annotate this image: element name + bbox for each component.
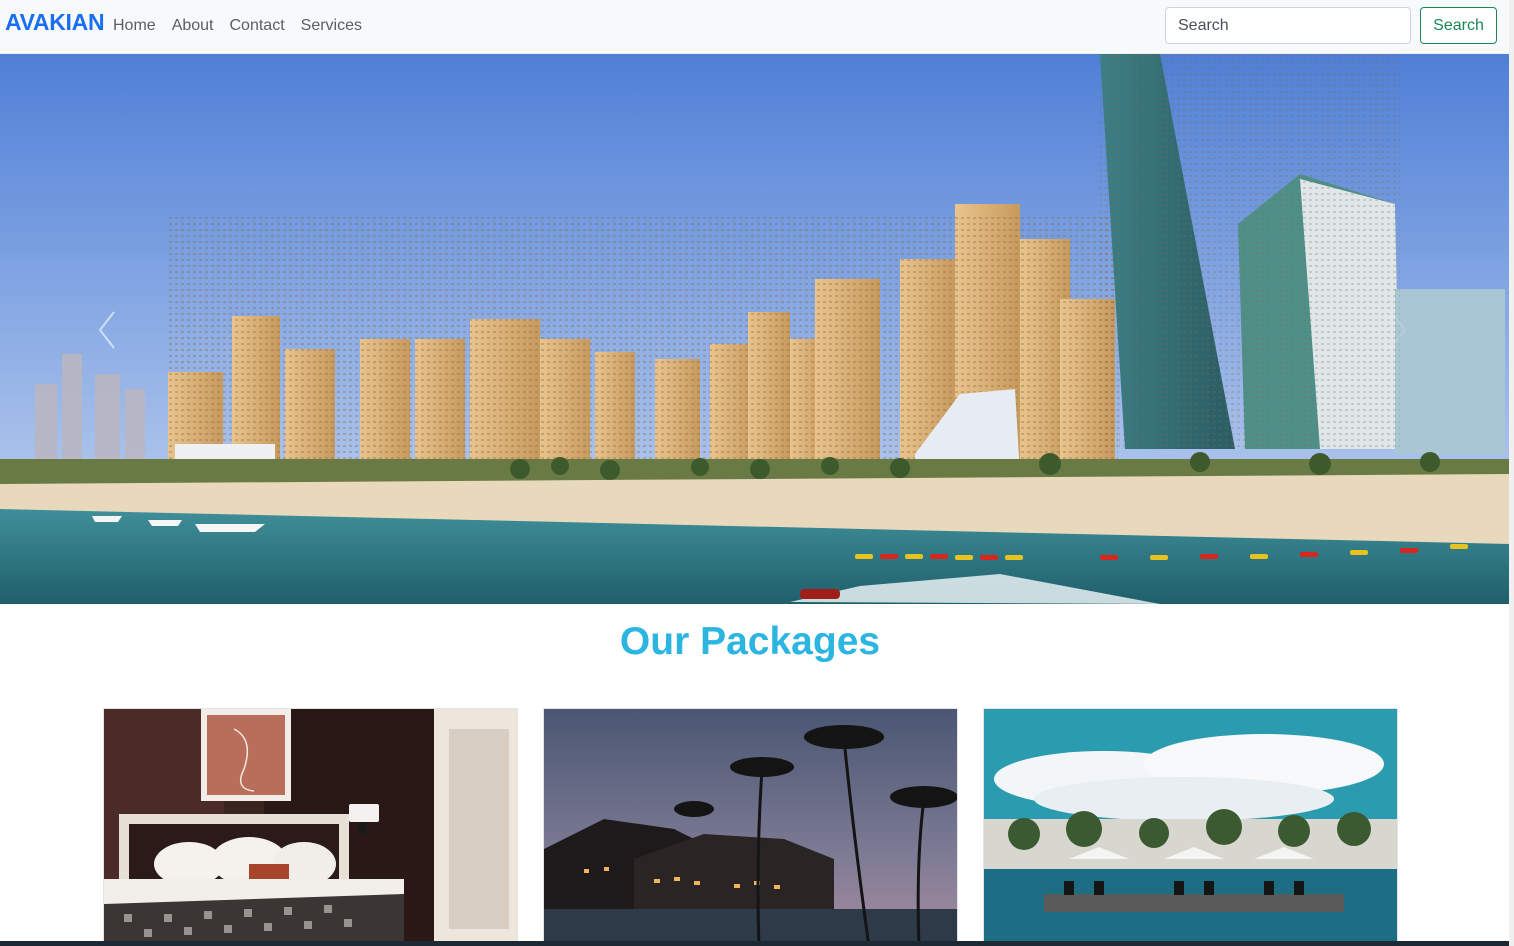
packages-title: Our Packages	[619, 620, 881, 663]
hotel-bedroom-image	[104, 709, 517, 945]
bottom-edge	[0, 941, 1514, 946]
resort-pool-image	[984, 709, 1397, 945]
chevron-right-icon[interactable]	[1385, 308, 1411, 352]
navbar: AVAKIAN Home About Contact Services Sear…	[0, 0, 1509, 54]
nav-links: Home About Contact Services	[113, 17, 362, 35]
hero-image	[0, 54, 1509, 604]
package-card-hotel-room[interactable]	[103, 708, 518, 946]
scrollbar-track[interactable]	[1509, 0, 1514, 946]
chevron-left-icon[interactable]	[94, 308, 120, 352]
package-card-resort[interactable]	[543, 708, 958, 946]
package-card-pool[interactable]	[983, 708, 1398, 946]
search-input[interactable]	[1165, 7, 1411, 44]
nav-link-home[interactable]: Home	[113, 17, 156, 35]
nav-link-contact[interactable]: Contact	[230, 17, 285, 35]
nav-link-about[interactable]: About	[172, 17, 214, 35]
brand-logo[interactable]: AVAKIAN	[5, 9, 105, 36]
resort-palms-night-image	[544, 709, 957, 945]
nav-link-services[interactable]: Services	[301, 17, 362, 35]
hero-carousel	[0, 54, 1509, 604]
search-button[interactable]: Search	[1420, 7, 1497, 44]
